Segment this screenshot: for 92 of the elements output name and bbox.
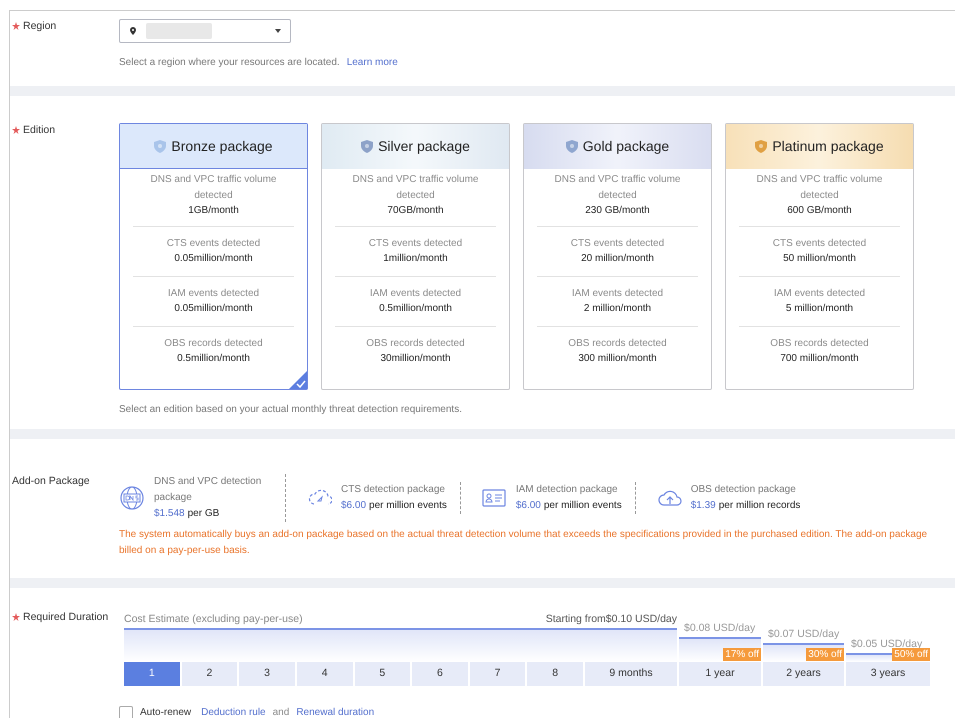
package-title: Bronze package xyxy=(171,136,273,156)
package-card[interactable]: Silver package DNS and VPC traffic volume detected 70GB/month CTS events detected 1million/month IAM events detected 0.5million/month OBS records detected 30million/month xyxy=(321,123,510,390)
spec-value: 700 million/month xyxy=(780,352,859,366)
region-dropdown[interactable] xyxy=(119,19,291,43)
spec-label: IAM events detected xyxy=(570,286,664,300)
shield-icon xyxy=(566,140,578,153)
spec-label: CTS events detected xyxy=(570,236,666,250)
package-title: OBS detection package xyxy=(690,483,797,497)
spec-value: 300 million/month xyxy=(578,352,657,366)
field-label: Required Duration xyxy=(23,610,108,625)
package-card[interactable]: Platinum package DNS and VPC traffic volume detected 600 GB/month CTS events detected 50 million/month IAM events detected 5 million/month OBS records detected 700 million/month xyxy=(725,123,914,390)
field-label: Edition xyxy=(23,123,56,138)
duration-option[interactable]: 7 xyxy=(470,662,526,686)
spec-value: 1million/month xyxy=(383,252,448,266)
price-per-day: Starting from$0.10 USD/day xyxy=(546,612,677,628)
spec-label: DNS and VPC traffic volume detected xyxy=(150,173,278,202)
package-title: IAM detection package xyxy=(516,483,619,497)
dropdown-caret-icon xyxy=(274,27,282,35)
spec-value: 5 million/month xyxy=(786,302,854,316)
spec-value: 0.5million/month xyxy=(379,302,452,316)
spec-label: DNS and VPC traffic volume detected xyxy=(352,173,480,202)
globe-icon xyxy=(119,486,145,510)
spec-label: OBS records detected xyxy=(365,336,466,350)
spec-value: 0.5million/month xyxy=(177,352,250,366)
spec-value: 0.05million/month xyxy=(174,302,253,316)
package-card[interactable]: Bronze package DNS and VPC traffic volume detected 1GB/month CTS events detected 0.05million/month IAM events detected 0.05million/month OBS records detected 0.5million/month xyxy=(119,123,308,390)
discount-badge: 17% off xyxy=(723,648,761,661)
shield-icon xyxy=(361,140,374,153)
duration-option[interactable]: 3 xyxy=(239,662,295,686)
field-label: Add-on Package xyxy=(12,474,90,489)
spec-label: OBS records detected xyxy=(567,336,668,350)
shield-icon xyxy=(755,140,768,153)
spec-label: IAM events detected xyxy=(368,286,462,300)
duration-option[interactable]: 5 xyxy=(354,662,410,686)
package-title: Platinum package xyxy=(772,137,884,156)
selected-check-icon xyxy=(289,371,307,389)
spec-label: DNS and VPC traffic volume detected xyxy=(554,173,682,202)
price-text: $1.39 xyxy=(690,499,716,513)
field-label: Region xyxy=(23,19,56,34)
discount-badge: 30% off xyxy=(806,648,844,661)
duration-option[interactable]: 9 months xyxy=(585,662,677,686)
checkbox[interactable] xyxy=(119,706,133,718)
hint-text: Select a region where your resources are located. xyxy=(119,56,340,70)
price-text: $6.00 xyxy=(516,499,541,513)
renewal-duration-link[interactable]: Renewal duration xyxy=(296,705,374,718)
package-card[interactable]: Gold package DNS and VPC traffic volume detected 230 GB/month CTS events detected 20 million/month IAM events detected 2 million/month OBS records detected 300 million/month xyxy=(523,123,712,390)
spec-value: 50 million/month xyxy=(783,252,856,266)
price-text: $6.00 xyxy=(341,499,366,513)
spec-label: CTS events detected xyxy=(166,236,262,250)
joiner-text: and xyxy=(272,706,290,718)
unit-text: per million events xyxy=(369,499,447,513)
price-per-day: $0.08 USD/day xyxy=(684,621,756,637)
duration-option[interactable]: 3 years xyxy=(846,662,930,686)
spec-label: DNS and VPC traffic volume detected xyxy=(756,173,884,202)
price-per-day: $0.07 USD/day xyxy=(768,627,840,643)
spec-label: IAM events detected xyxy=(166,286,260,300)
unit-text: per million records xyxy=(718,499,800,513)
spec-value: 1GB/month xyxy=(188,204,239,218)
spec-value: 30million/month xyxy=(380,352,451,366)
package-title: Gold package xyxy=(582,137,670,156)
price-text: $1.548 xyxy=(154,507,185,521)
spec-value: 230 GB/month xyxy=(585,204,650,218)
duration-option[interactable]: 1 year xyxy=(679,662,761,686)
duration-option[interactable]: 2 xyxy=(182,662,238,686)
notice-text: The system automatically buys an add-on package based on the actual threat detection volume that exceeds the specifications provided in the purchased edition. The add-on package billed on a pay-per-use basis. xyxy=(119,528,928,558)
spec-label: CTS events detected xyxy=(368,236,464,250)
location-pin-icon xyxy=(128,26,138,36)
spec-value: 70GB/month xyxy=(387,204,444,218)
estimate-label: Cost Estimate (excluding pay-per-use) xyxy=(124,612,303,628)
package-title: DNS and VPC detection package xyxy=(154,475,262,505)
deduction-rule-link[interactable]: Deduction rule xyxy=(201,705,266,718)
duration-option[interactable]: 6 xyxy=(412,662,468,686)
duration-option[interactable]: 8 xyxy=(527,662,583,686)
shield-icon xyxy=(154,140,166,152)
checkbox-label: Auto-renew xyxy=(140,706,192,718)
learn-more-link[interactable]: Learn more xyxy=(346,55,398,70)
spec-value: 20 million/month xyxy=(581,252,654,266)
package-title: CTS detection package xyxy=(341,483,446,497)
spec-value: 600 GB/month xyxy=(787,204,852,218)
spec-value: 2 million/month xyxy=(584,302,652,316)
hint-text: Select an edition based on your actual monthly threat detection requirements. xyxy=(119,403,463,417)
spec-label: CTS events detected xyxy=(772,236,868,250)
duration-option[interactable]: 2 years xyxy=(763,662,844,686)
duration-option[interactable]: 4 xyxy=(296,662,352,686)
unit-text: per million events xyxy=(544,499,622,513)
spec-label: OBS records detected xyxy=(163,336,264,350)
spec-value: 0.05million/month xyxy=(174,252,253,266)
spec-label: IAM events detected xyxy=(772,286,866,300)
duration-option[interactable]: 1 xyxy=(124,662,180,686)
unit-text: per GB xyxy=(188,507,220,521)
spec-label: OBS records detected xyxy=(769,336,870,350)
package-title: Silver package xyxy=(378,137,470,156)
